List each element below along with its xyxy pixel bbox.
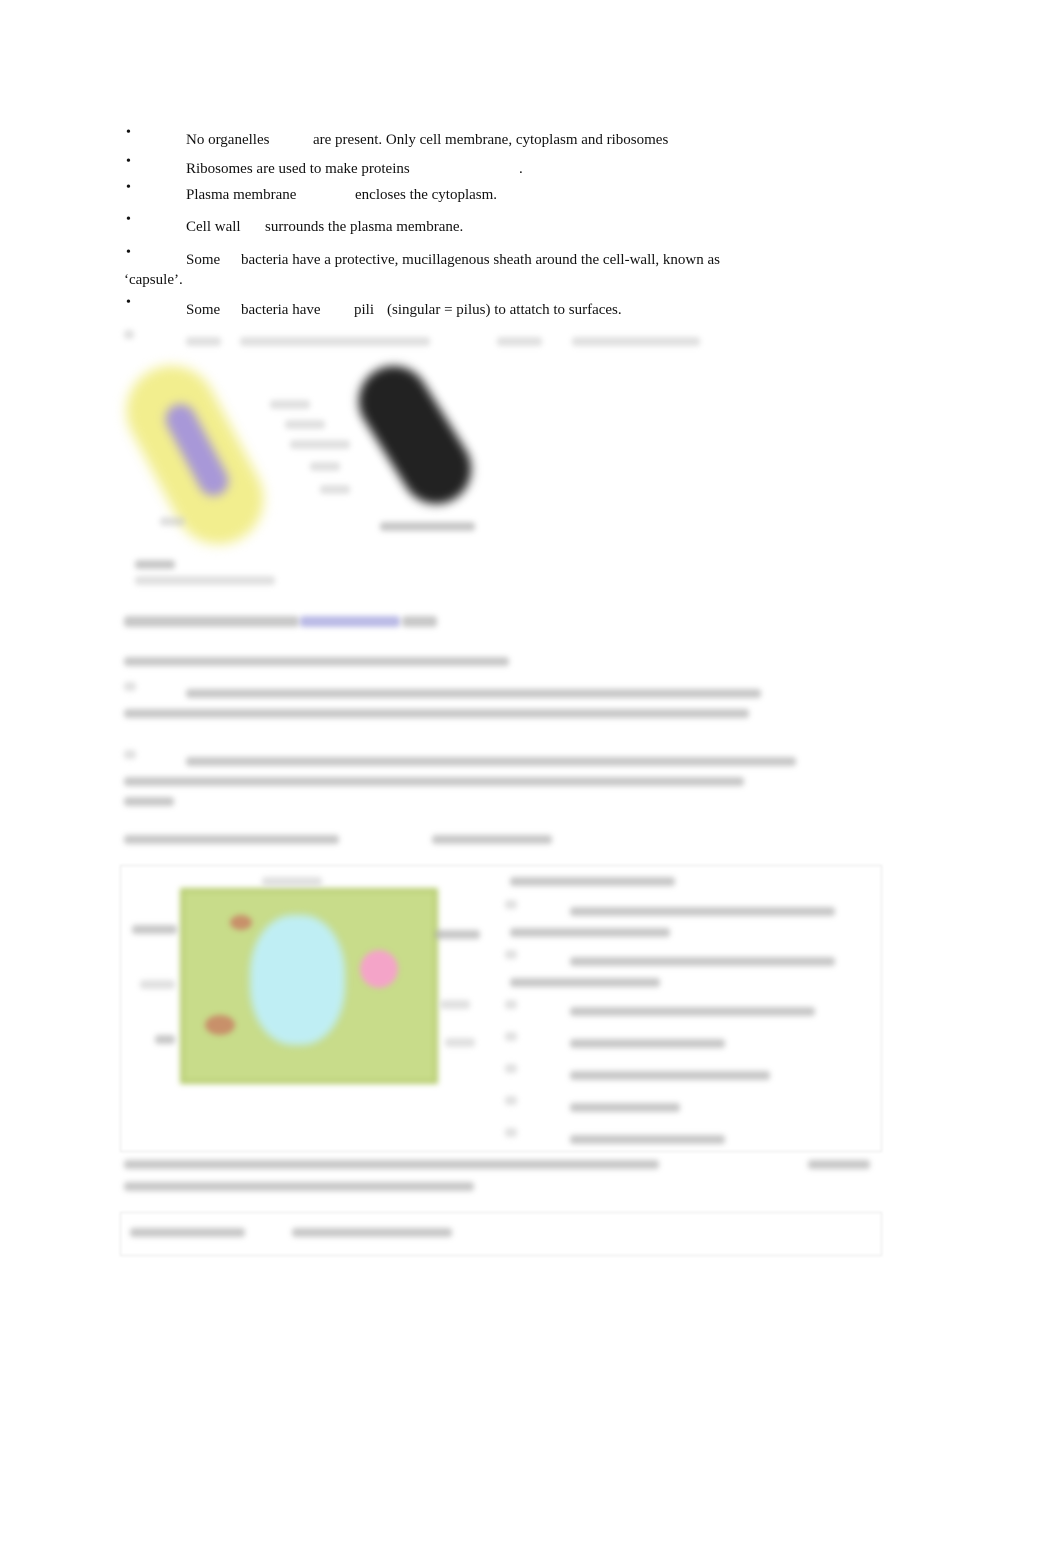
bullet-text: Plasma membrane	[186, 187, 297, 203]
document-page: • No organelles are present. Only cell m…	[0, 0, 1062, 1561]
bullet-text: Some	[186, 252, 221, 268]
bullet-text: ‘capsule’.	[124, 272, 183, 288]
bullet-text: bacteria have	[241, 302, 321, 318]
bullet-icon: •	[126, 125, 131, 140]
bullet-text: encloses the cytoplasm.	[355, 187, 498, 203]
bullet-text: (singular = pilus) to attatch to surface…	[387, 302, 622, 318]
bullet-text: bacteria have a protective, mucillagenou…	[241, 252, 720, 268]
bullet-text: are present. Only cell membrane, cytopla…	[313, 132, 669, 148]
bullet-icon: •	[126, 180, 131, 195]
bullet-text: Cell wall	[186, 219, 241, 235]
bullet-icon: •	[126, 154, 131, 169]
bullet-text: No organelles	[186, 132, 270, 148]
bullet-text: Ribosomes are used to make proteins	[186, 161, 410, 177]
bullet-text: .	[519, 161, 523, 177]
bullet-icon: •	[126, 295, 131, 310]
bullet-text: surrounds the plasma membrane.	[265, 219, 464, 235]
bullet-text: pili	[354, 302, 375, 318]
bullet-icon: •	[126, 245, 131, 260]
bullet-icon: •	[126, 212, 131, 227]
bullet-text: Some	[186, 302, 221, 318]
